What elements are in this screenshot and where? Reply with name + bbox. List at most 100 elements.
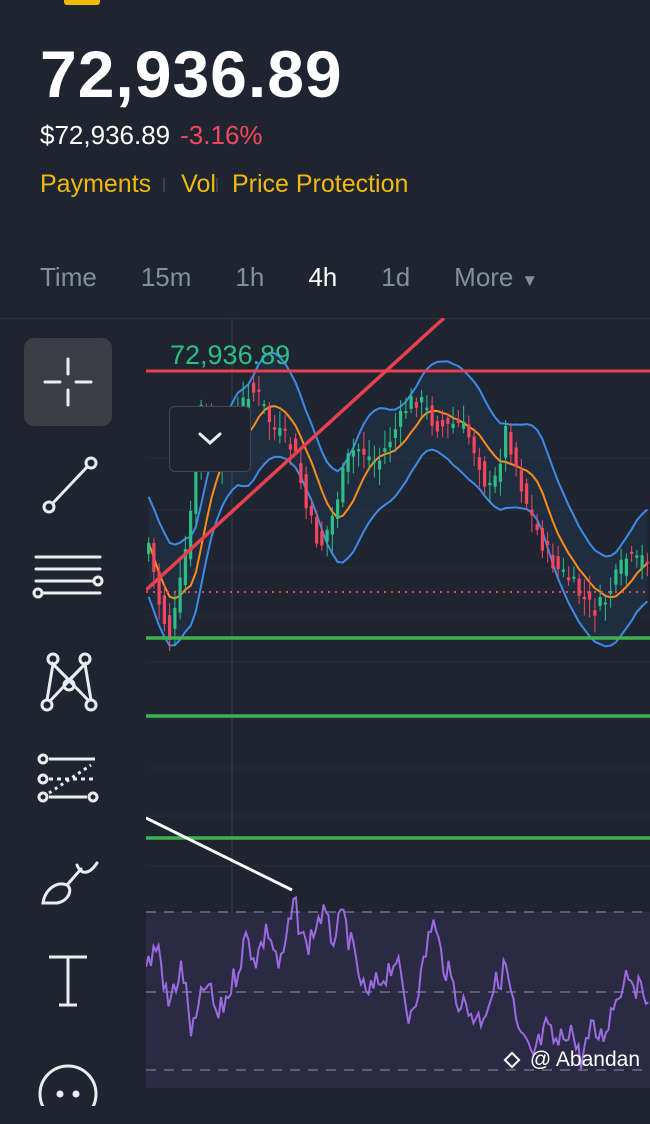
- candle-body: [367, 456, 371, 461]
- candle-body: [551, 555, 555, 569]
- candle-body: [467, 424, 471, 438]
- chart-price-label: 72,936.89: [170, 340, 290, 370]
- candle-body: [514, 447, 518, 467]
- candle-body: [446, 418, 450, 425]
- candle-body: [393, 429, 397, 439]
- text-tool[interactable]: [24, 936, 112, 1024]
- fibonacci-tool[interactable]: [24, 738, 112, 826]
- candle-body: [456, 419, 460, 423]
- candle-body: [315, 516, 319, 544]
- candle-body: [194, 466, 198, 514]
- candle-body: [546, 541, 550, 545]
- candle-body: [435, 421, 439, 432]
- text-icon: [49, 955, 87, 1007]
- candle-body: [299, 463, 303, 484]
- chevron-down-icon: [198, 432, 222, 446]
- binance-logo-icon: [503, 1051, 521, 1069]
- candle-body: [336, 499, 340, 520]
- crosshair-tool[interactable]: [24, 338, 112, 426]
- candle-body: [430, 405, 434, 426]
- indicator-dropdown-button[interactable]: [169, 406, 251, 472]
- candle-body: [178, 577, 182, 613]
- candle-body: [619, 559, 623, 574]
- link-separator: [163, 177, 166, 192]
- candle-body: [509, 431, 513, 455]
- candle-body: [173, 607, 177, 629]
- tab-1d[interactable]: 1d: [381, 262, 410, 293]
- candle-body: [404, 411, 408, 414]
- candle-body: [262, 404, 266, 407]
- tab-more[interactable]: More ▼: [454, 262, 538, 293]
- candle-body: [267, 407, 271, 423]
- payments-link[interactable]: Payments: [40, 170, 151, 199]
- candle-body: [399, 410, 403, 427]
- candle-body: [320, 530, 324, 546]
- candle-body: [309, 505, 313, 516]
- candle-body: [572, 576, 576, 579]
- candle-body: [598, 597, 602, 606]
- candle-body: [341, 467, 345, 503]
- trend-line-tool[interactable]: [24, 440, 112, 528]
- candle-body: [640, 555, 644, 569]
- price-change: -3.16%: [180, 120, 263, 150]
- candle-body: [152, 543, 156, 572]
- candle-body: [493, 475, 497, 487]
- fibonacci-icon: [37, 753, 99, 803]
- candle-body: [362, 448, 366, 455]
- candle-body: [498, 463, 502, 482]
- candle-body: [567, 577, 571, 581]
- crosshair-icon: [43, 357, 93, 407]
- candle-body: [504, 425, 508, 458]
- brush-icon: [41, 861, 99, 905]
- candle-body: [425, 407, 429, 411]
- candle-body: [378, 460, 382, 470]
- candle-body: [530, 509, 534, 516]
- candle-body: [420, 397, 424, 403]
- candle-body: [477, 457, 481, 470]
- tab-time[interactable]: Time: [40, 262, 97, 293]
- horizontal-lines-tool[interactable]: [24, 538, 112, 626]
- price-protection-link[interactable]: Price Protection: [232, 170, 408, 199]
- candle-body: [561, 569, 565, 572]
- candle-body: [252, 382, 256, 393]
- more-tools[interactable]: [24, 1036, 112, 1124]
- candle-body: [540, 528, 544, 551]
- pattern-tool[interactable]: [24, 638, 112, 726]
- candle-body: [383, 448, 387, 453]
- candle-body: [325, 529, 329, 542]
- usd-price: $72,936.89: [40, 120, 171, 150]
- candle-body: [414, 401, 418, 408]
- brush-tool[interactable]: [24, 836, 112, 924]
- link-separator: [215, 177, 218, 192]
- header-accent: [64, 0, 100, 5]
- candle-body: [441, 419, 445, 427]
- last-price: 72,936.89: [40, 37, 343, 111]
- candle-body: [147, 542, 151, 555]
- candle-body: [483, 461, 487, 487]
- info-links: Payments Vol Price Protection: [40, 170, 408, 199]
- candle-body: [162, 595, 166, 624]
- candle-body: [304, 474, 308, 509]
- candle-body: [330, 515, 334, 535]
- candle-body: [472, 436, 476, 454]
- tab-1h[interactable]: 1h: [235, 262, 264, 293]
- candle-body: [462, 421, 466, 429]
- candle-body: [346, 453, 350, 472]
- candle-body: [278, 428, 282, 436]
- candle-body: [288, 444, 292, 450]
- tab-4h[interactable]: 4h: [308, 262, 337, 293]
- candle-body: [635, 555, 639, 558]
- drawn-line: [146, 816, 293, 892]
- price-subline: $72,936.89 -3.16%: [40, 120, 263, 151]
- candle-body: [388, 441, 392, 448]
- vol-link[interactable]: Vol: [181, 170, 216, 199]
- caret-down-icon: ▼: [521, 271, 539, 290]
- candle-body: [351, 450, 355, 457]
- candle-body: [556, 556, 560, 570]
- candle-body: [525, 483, 529, 504]
- watermark: @ Abandan: [500, 1048, 640, 1072]
- candle-body: [593, 610, 597, 616]
- tab-15m[interactable]: 15m: [141, 262, 192, 293]
- candle-body: [519, 470, 523, 492]
- candle-body: [273, 427, 277, 430]
